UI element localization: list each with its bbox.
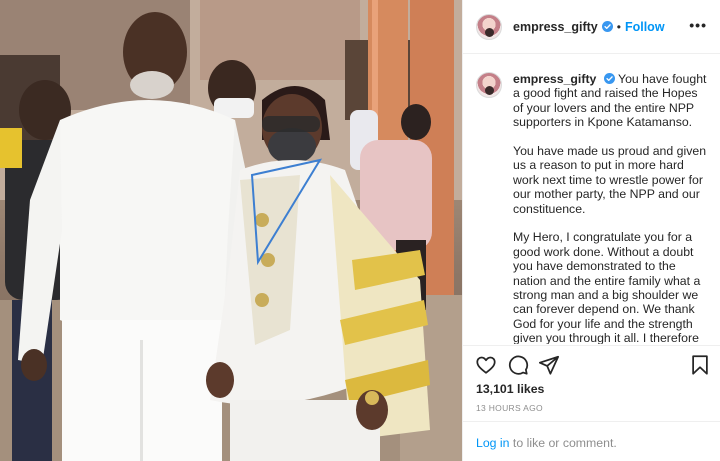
username-link[interactable]: empress_gifty bbox=[513, 20, 598, 34]
follow-button[interactable]: Follow bbox=[625, 20, 665, 34]
verified-badge-icon bbox=[601, 21, 613, 32]
likes-count[interactable]: 13,101 likes bbox=[476, 382, 544, 396]
caption-paragraph: empress_gifty You have fought a good fig… bbox=[513, 72, 709, 130]
separator-dot: • bbox=[616, 19, 621, 34]
caption-paragraph-3: My Hero, I congratulate you for a good w… bbox=[513, 230, 701, 344]
heart-icon[interactable] bbox=[475, 354, 497, 376]
more-options-icon[interactable]: ••• bbox=[689, 17, 707, 33]
bookmark-icon[interactable] bbox=[689, 354, 711, 376]
avatar[interactable] bbox=[476, 13, 502, 40]
caption-scroll-area[interactable]: empress_gifty You have fought a good fig… bbox=[463, 55, 720, 344]
caption-username-link[interactable]: empress_gifty bbox=[513, 72, 596, 86]
post-actions: 13,101 likes 13 HOURS AGO Log in to like… bbox=[463, 345, 720, 461]
caption-avatar[interactable] bbox=[476, 72, 502, 98]
comment-prompt-text: to like or comment. bbox=[509, 436, 617, 450]
comment-bar: Log in to like or comment. bbox=[463, 421, 720, 461]
post-header: empress_gifty • Follow ••• bbox=[463, 0, 720, 54]
login-link[interactable]: Log in bbox=[476, 436, 510, 450]
caption-comment: empress_gifty You have fought a good fig… bbox=[463, 55, 720, 344]
paper-plane-icon[interactable] bbox=[538, 354, 560, 376]
instagram-post: empress_gifty • Follow ••• empress_gifty bbox=[0, 0, 720, 461]
comment-icon[interactable] bbox=[507, 354, 529, 376]
verified-badge-icon bbox=[603, 73, 615, 84]
post-timestamp[interactable]: 13 HOURS AGO bbox=[476, 403, 543, 413]
caption-text: empress_gifty You have fought a good fig… bbox=[513, 72, 709, 344]
caption-paragraph-2: You have made us proud and given us a re… bbox=[513, 144, 707, 216]
post-side-panel: empress_gifty • Follow ••• empress_gifty bbox=[462, 0, 720, 461]
post-photo[interactable] bbox=[0, 0, 462, 461]
photo-illustration bbox=[0, 0, 462, 461]
action-icons-row bbox=[475, 354, 711, 378]
